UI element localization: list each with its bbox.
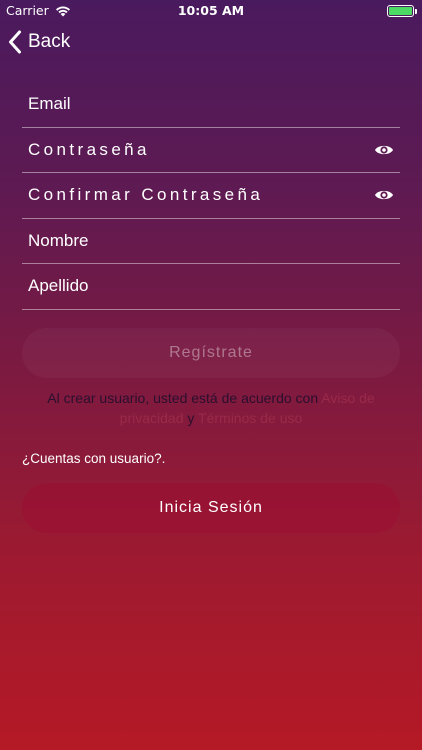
last-name-placeholder: Apellido — [28, 276, 89, 296]
terms-conjunction: y — [183, 410, 199, 426]
battery-tip — [415, 9, 417, 14]
battery-level — [389, 7, 412, 15]
first-name-field[interactable]: Nombre — [22, 219, 400, 264]
battery-icon — [387, 5, 417, 17]
password-placeholder: Contraseña — [28, 139, 150, 159]
terms-prefix: Al crear usuario, usted está de acuerdo … — [47, 390, 322, 406]
eye-icon[interactable] — [374, 188, 394, 202]
terms-notice: Al crear usuario, usted está de acuerdo … — [30, 388, 392, 428]
last-name-field[interactable]: Apellido — [22, 264, 400, 310]
email-field[interactable]: Email — [22, 82, 400, 128]
has-account-text: ¿Cuentas con usuario?. — [22, 451, 166, 466]
back-button[interactable]: Back — [8, 30, 70, 54]
eye-icon[interactable] — [374, 143, 394, 157]
confirm-password-field[interactable]: Confirmar Contraseña — [22, 173, 400, 219]
first-name-placeholder: Nombre — [28, 230, 89, 250]
status-time: 10:05 AM — [177, 3, 245, 18]
confirm-password-placeholder: Confirmar Contraseña — [28, 185, 264, 205]
register-form: Email Contraseña Confirmar Contraseña No… — [22, 82, 400, 310]
register-button[interactable]: Regístrate — [22, 328, 400, 378]
email-placeholder: Email — [28, 94, 71, 114]
back-label: Back — [28, 31, 71, 52]
status-bar: Carrier 10:05 AM — [0, 0, 422, 22]
chevron-left-icon — [9, 30, 21, 54]
terms-link[interactable]: Términos de uso — [198, 410, 302, 426]
login-button[interactable]: Inicia Sesión — [22, 483, 400, 533]
password-field[interactable]: Contraseña — [22, 128, 400, 173]
